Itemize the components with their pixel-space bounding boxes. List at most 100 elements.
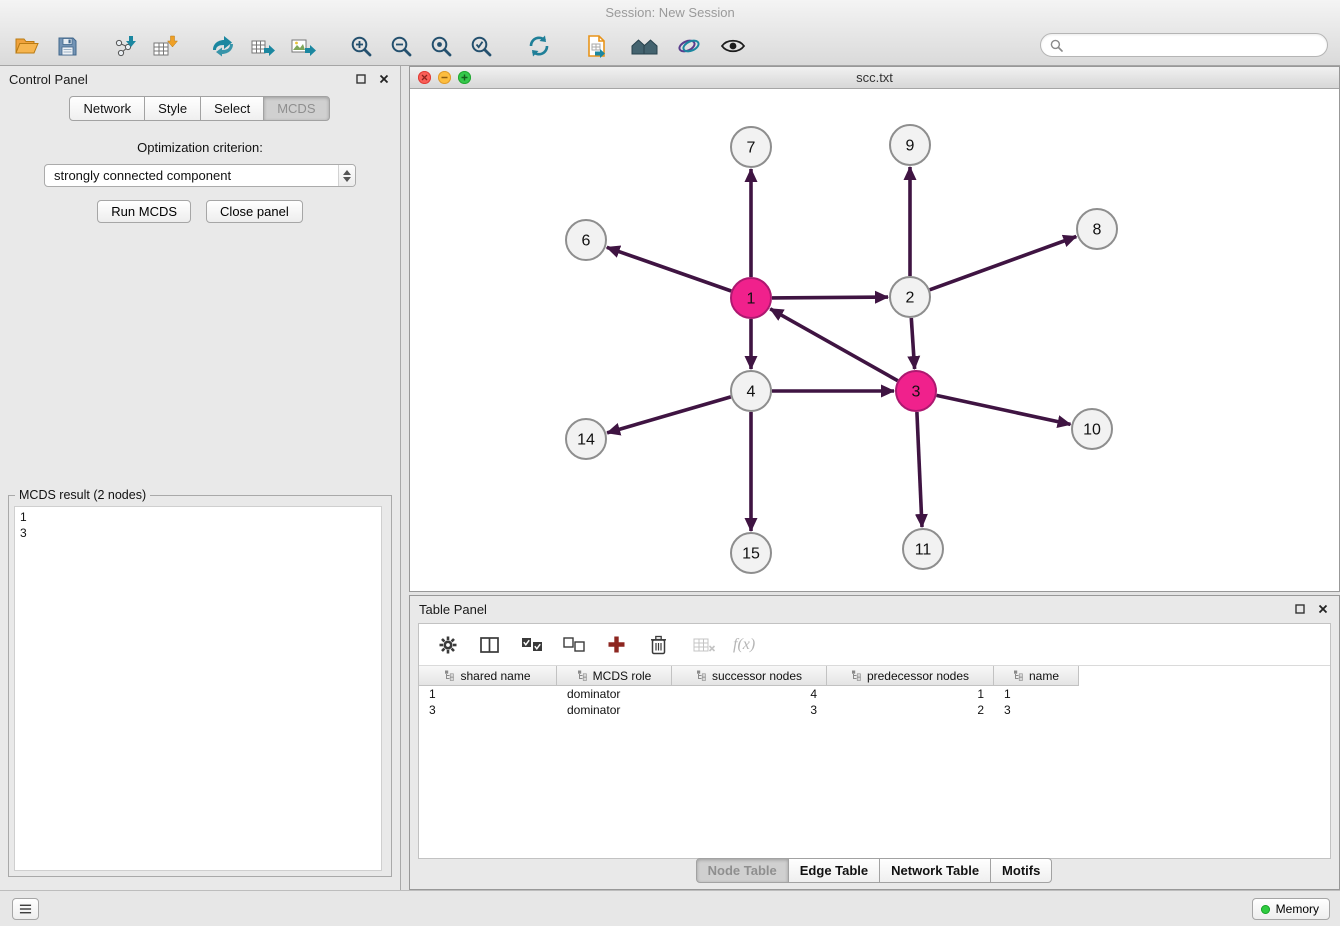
table-cell[interactable]: 3 [672, 703, 827, 717]
node-2[interactable]: 2 [890, 277, 930, 317]
tab-style[interactable]: Style [144, 96, 201, 121]
zoom-out-icon[interactable] [384, 30, 418, 62]
column-header-MCDS-role[interactable]: MCDS role [557, 666, 672, 686]
mcds-result-item[interactable]: 3 [20, 525, 376, 541]
function-builder-icon[interactable]: f(x) [733, 632, 755, 658]
table-cell[interactable]: 1 [827, 687, 994, 701]
node-11[interactable]: 11 [903, 529, 943, 569]
edge-3-11[interactable] [917, 412, 922, 527]
edge-1-2[interactable] [772, 297, 888, 298]
maximize-window-icon[interactable] [458, 71, 471, 84]
memory-button[interactable]: Memory [1252, 898, 1330, 920]
style-filter-icon[interactable] [672, 30, 706, 62]
search-icon [1050, 39, 1063, 52]
node-6[interactable]: 6 [566, 220, 606, 260]
table-cell[interactable]: 4 [672, 687, 827, 701]
network-window-title: scc.txt [856, 70, 893, 85]
export-network-icon[interactable] [206, 30, 240, 62]
node-8[interactable]: 8 [1077, 209, 1117, 249]
criterion-select[interactable]: strongly connected component [44, 164, 356, 187]
table-cell[interactable]: 3 [419, 703, 557, 717]
table-cell[interactable]: 1 [994, 687, 1079, 701]
svg-text:6: 6 [582, 233, 591, 250]
table-header-row: shared nameMCDS rolesuccessor nodesprede… [419, 666, 1330, 686]
column-header-predecessor-nodes[interactable]: predecessor nodes [827, 666, 994, 686]
edge-2-8[interactable] [930, 237, 1077, 290]
show-hide-eye-icon[interactable] [716, 30, 750, 62]
table-row[interactable]: 3dominator323 [419, 702, 1330, 718]
unselect-all-icon[interactable] [561, 632, 587, 658]
table-cell[interactable]: 1 [419, 687, 557, 701]
network-canvas[interactable]: 7 9 6 8 1 2 4 3 14 10 15 11 [410, 89, 1339, 591]
import-network-icon[interactable] [108, 30, 142, 62]
column-header-successor-nodes[interactable]: successor nodes [672, 666, 827, 686]
tab-network[interactable]: Network [69, 96, 145, 121]
svg-text:1: 1 [747, 291, 756, 308]
import-table-icon[interactable] [148, 30, 182, 62]
search-input[interactable] [1068, 37, 1318, 53]
column-header-name[interactable]: name [994, 666, 1079, 686]
float-panel-icon[interactable] [355, 73, 367, 85]
delete-table-icon[interactable] [691, 632, 717, 658]
mcds-result-item[interactable]: 1 [20, 509, 376, 525]
tab-mcds[interactable]: MCDS [263, 96, 329, 121]
svg-text:14: 14 [577, 432, 595, 449]
control-panel-title: Control Panel [0, 66, 400, 89]
float-table-panel-icon[interactable] [1294, 603, 1306, 615]
minimize-window-icon[interactable] [438, 71, 451, 84]
node-table: f(x) shared nameMCDS rolesuccessor nodes… [418, 623, 1331, 859]
node-7[interactable]: 7 [731, 127, 771, 167]
import-document-icon[interactable] [580, 30, 614, 62]
zoom-in-icon[interactable] [344, 30, 378, 62]
save-session-icon[interactable] [50, 30, 84, 62]
node-10[interactable]: 10 [1072, 409, 1112, 449]
show-column-icon[interactable] [477, 632, 503, 658]
close-window-icon[interactable] [418, 71, 431, 84]
table-cell[interactable]: dominator [557, 687, 672, 701]
node-15[interactable]: 15 [731, 533, 771, 573]
zoom-selected-icon[interactable] [464, 30, 498, 62]
column-header-shared-name[interactable]: shared name [419, 666, 557, 686]
add-column-plus-icon[interactable] [603, 632, 629, 658]
table-cell[interactable]: dominator [557, 703, 672, 717]
table-cell[interactable]: 2 [827, 703, 994, 717]
table-settings-gear-icon[interactable] [435, 632, 461, 658]
table-tab-edge-table[interactable]: Edge Table [788, 858, 880, 883]
search-field[interactable] [1040, 33, 1328, 57]
node-3[interactable]: 3 [896, 371, 936, 411]
home-view-icon[interactable] [628, 30, 662, 62]
node-4[interactable]: 4 [731, 371, 771, 411]
table-tab-motifs[interactable]: Motifs [990, 858, 1052, 883]
edge-3-1[interactable] [770, 309, 898, 381]
network-window-titlebar[interactable]: scc.txt [410, 67, 1339, 89]
edge-2-3[interactable] [911, 318, 914, 369]
delete-column-trash-icon[interactable] [645, 632, 671, 658]
table-tab-node-table[interactable]: Node Table [696, 858, 789, 883]
edge-1-6[interactable] [607, 247, 731, 291]
edge-3-10[interactable] [937, 395, 1071, 424]
svg-text:7: 7 [747, 140, 756, 157]
apply-layout-icon[interactable] [522, 30, 556, 62]
export-table-icon[interactable] [246, 30, 280, 62]
run-mcds-button[interactable]: Run MCDS [97, 200, 191, 223]
node-1[interactable]: 1 [731, 278, 771, 318]
select-all-icon[interactable] [519, 632, 545, 658]
zoom-fit-icon[interactable] [424, 30, 458, 62]
close-panel-button[interactable]: Close panel [206, 200, 303, 223]
edge-4-14[interactable] [607, 397, 731, 433]
export-image-icon[interactable] [286, 30, 320, 62]
node-14[interactable]: 14 [566, 419, 606, 459]
open-session-icon[interactable] [10, 30, 44, 62]
task-history-icon[interactable] [12, 898, 39, 920]
main-toolbar [0, 26, 1340, 66]
window-titlebar[interactable]: Session: New Session [0, 0, 1340, 26]
mcds-result-list[interactable]: 13 [14, 506, 382, 871]
close-panel-icon[interactable] [378, 73, 390, 85]
svg-text:10: 10 [1083, 422, 1101, 439]
table-row[interactable]: 1dominator411 [419, 686, 1330, 702]
node-9[interactable]: 9 [890, 125, 930, 165]
table-cell[interactable]: 3 [994, 703, 1079, 717]
tab-select[interactable]: Select [200, 96, 264, 121]
close-table-panel-icon[interactable] [1317, 603, 1329, 615]
table-tab-network-table[interactable]: Network Table [879, 858, 991, 883]
